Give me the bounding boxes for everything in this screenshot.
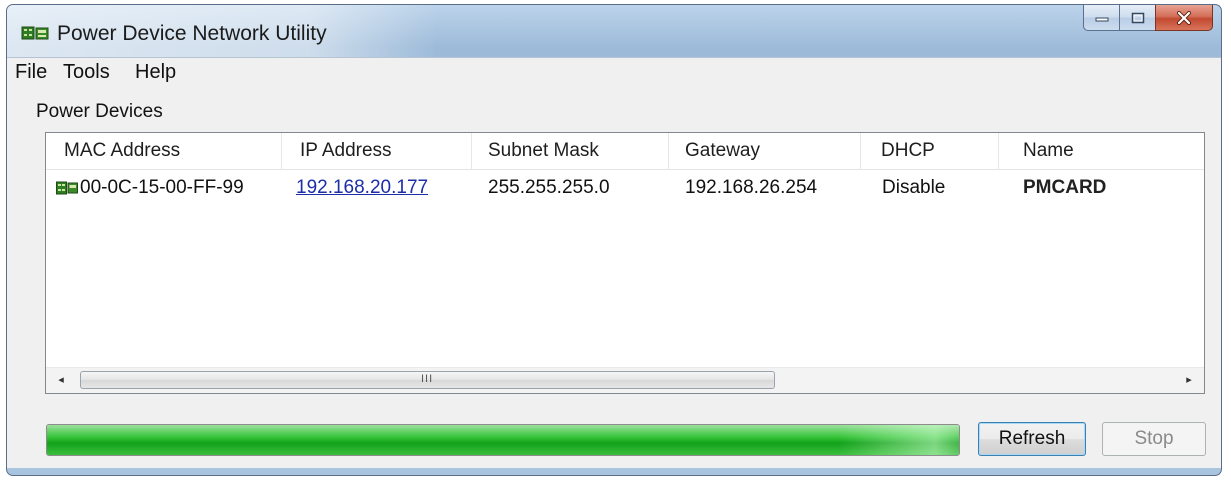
cell-mac: 00-0C-15-00-FF-99 — [80, 177, 244, 198]
column-subnet-mask[interactable]: Subnet Mask — [472, 133, 669, 169]
refresh-button[interactable]: Refresh — [978, 422, 1086, 456]
column-mac-address[interactable]: MAC Address — [46, 133, 282, 169]
title-bar[interactable]: Power Device Network Utility — [7, 5, 1221, 57]
device-icon — [56, 181, 78, 195]
device-list[interactable]: MAC Address IP Address Subnet Mask Gatew… — [45, 132, 1205, 394]
cell-gateway: 192.168.26.254 — [685, 177, 818, 198]
column-dhcp[interactable]: DHCP — [861, 133, 999, 169]
table-row[interactable]: 00-0C-15-00-FF-99 192.168.20.177 255.255… — [46, 173, 1204, 203]
progress-fill — [47, 425, 959, 455]
minimize-icon — [1095, 17, 1108, 21]
menu-help[interactable]: Help — [131, 61, 180, 84]
column-name[interactable]: Name — [999, 133, 1204, 169]
close-button[interactable] — [1155, 5, 1213, 31]
close-icon — [1177, 10, 1191, 25]
window-title: Power Device Network Utility — [57, 22, 327, 45]
cell-dhcp: Disable — [882, 177, 946, 198]
group-label: Power Devices — [36, 101, 163, 122]
cell-name: PMCARD — [1023, 177, 1107, 198]
maximize-button[interactable] — [1119, 5, 1155, 31]
menu-bar: File Tools Help — [7, 57, 1221, 88]
scroll-right-arrow[interactable]: ▸ — [1178, 368, 1200, 393]
progress-bar — [46, 424, 960, 456]
horizontal-scrollbar[interactable]: ◂ III ▸ — [46, 367, 1204, 393]
cell-subnet: 255.255.255.0 — [488, 177, 610, 198]
network-device-icon — [21, 26, 49, 40]
caption-buttons — [1083, 5, 1213, 35]
scroll-thumb[interactable]: III — [80, 371, 775, 389]
menu-tools[interactable]: Tools — [59, 61, 114, 84]
minimize-button[interactable] — [1083, 5, 1119, 31]
menu-file[interactable]: File — [11, 61, 51, 84]
scroll-grip: III — [421, 373, 434, 385]
stop-button[interactable]: Stop — [1102, 422, 1206, 456]
column-gateway[interactable]: Gateway — [669, 133, 861, 169]
cell-ip-link[interactable]: 192.168.20.177 — [296, 173, 428, 203]
maximize-icon — [1131, 12, 1144, 23]
list-header: MAC Address IP Address Subnet Mask Gatew… — [46, 133, 1204, 170]
column-ip-address[interactable]: IP Address — [282, 133, 472, 169]
scroll-left-arrow[interactable]: ◂ — [50, 368, 72, 393]
